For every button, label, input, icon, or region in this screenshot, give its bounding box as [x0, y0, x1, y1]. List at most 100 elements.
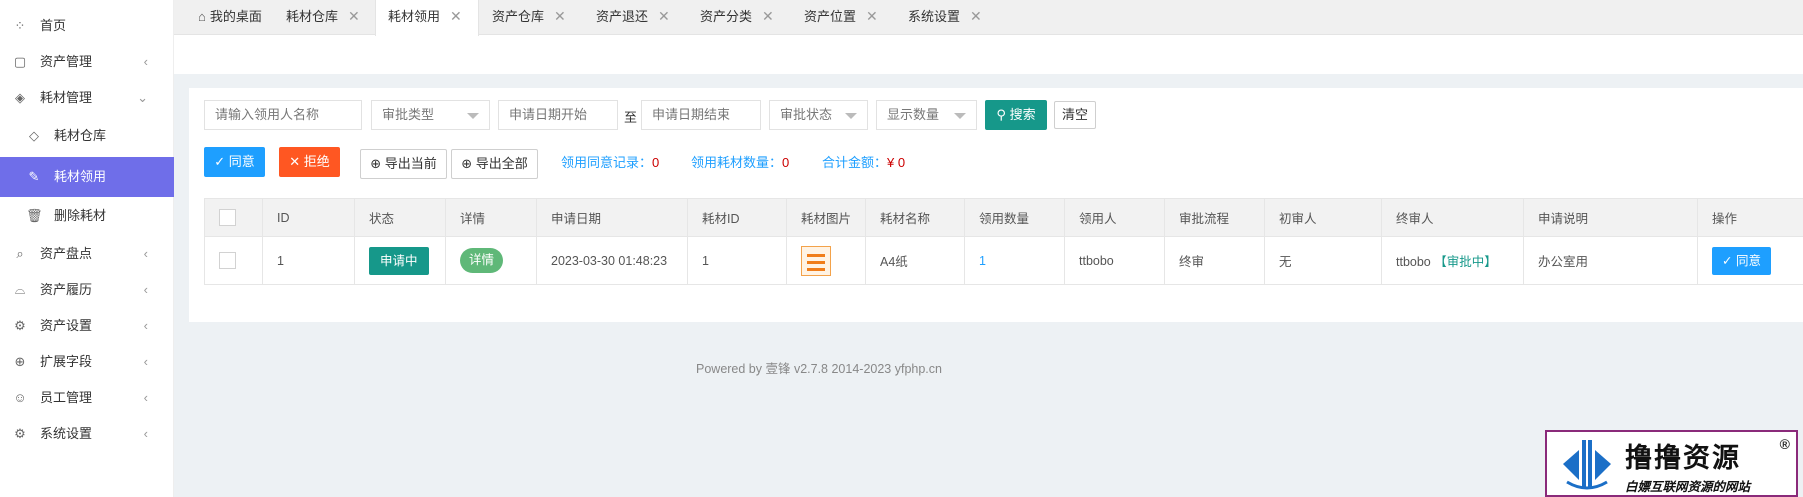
- select-value: 审批类型: [382, 107, 435, 122]
- sidebar-item-consumable-requisition[interactable]: ✎ 耗材领用: [0, 157, 174, 197]
- cell-detail: 详情: [445, 236, 537, 285]
- close-icon[interactable]: ✕: [554, 8, 566, 24]
- edit-icon: ✎: [28, 169, 40, 184]
- column-header[interactable]: 耗材图片: [786, 198, 866, 237]
- detail-button[interactable]: 详情: [460, 248, 504, 273]
- sofa-icon: ⌓: [14, 282, 26, 297]
- sidebar-item-deleted-consumables[interactable]: 🗑 删除耗材: [0, 198, 174, 234]
- column-header[interactable]: 初审人: [1264, 198, 1382, 237]
- button-label: 清空: [1061, 107, 1088, 122]
- clear-button[interactable]: 清空: [1054, 101, 1096, 129]
- close-icon: ✕: [289, 154, 301, 169]
- sidebar-item-consumable-warehouse[interactable]: ◇ 耗材仓库: [0, 118, 174, 154]
- extend-icon: ⊕: [14, 354, 26, 369]
- end-date-input[interactable]: 申请日期结束: [641, 100, 761, 130]
- tab-label: 系统设置: [908, 9, 961, 24]
- tab-asset-location[interactable]: 资产位置 ✕: [792, 0, 878, 35]
- select-all-checkbox[interactable]: [219, 209, 236, 226]
- tab-consumable-requisition[interactable]: 耗材领用 ✕: [375, 0, 479, 36]
- display-count-select[interactable]: 显示数量: [876, 100, 977, 130]
- column-header[interactable]: ID: [262, 198, 355, 237]
- sidebar-item-label: 资产设置: [40, 318, 93, 333]
- consumable-thumbnail[interactable]: [801, 245, 831, 276]
- stat-label: 领用耗材数量：: [691, 155, 783, 170]
- cell-first-reviewer: 无: [1264, 236, 1382, 285]
- date-range-separator: 至: [624, 110, 638, 125]
- watermark-title: 撸撸资源: [1625, 443, 1741, 474]
- column-header[interactable]: 审批流程: [1164, 198, 1265, 237]
- tab-consumable-warehouse[interactable]: 耗材仓库 ✕: [274, 0, 360, 35]
- approval-type-select[interactable]: 审批类型: [371, 100, 490, 130]
- button-label: 导出当前: [384, 156, 437, 171]
- close-icon[interactable]: ✕: [866, 8, 878, 24]
- start-date-input[interactable]: 申请日期开始: [498, 100, 618, 130]
- chevron-left-icon: ‹: [143, 246, 148, 261]
- applicant-search-input[interactable]: 请输入领用人名称: [204, 100, 362, 130]
- tab-asset-warehouse[interactable]: 资产仓库 ✕: [480, 0, 566, 35]
- cell-status: 申请中: [354, 236, 446, 285]
- download-icon: ⊕: [370, 156, 382, 171]
- tab-bar: ⌂ 我的桌面 耗材仓库 ✕ 耗材领用 ✕ 资产仓库 ✕ 资产退还 ✕ 资产分类 ✕ 资产位置…: [174, 0, 1803, 36]
- search-button[interactable]: ⚲ 搜索: [985, 100, 1047, 130]
- row-agree-button[interactable]: ✓ 同意: [1712, 246, 1771, 275]
- column-header[interactable]: 状态: [354, 198, 446, 237]
- sidebar-item-label: 资产履历: [40, 282, 93, 297]
- column-header[interactable]: 耗材名称: [865, 198, 965, 237]
- quantity-value: 1: [979, 253, 986, 268]
- sidebar-item-label: 耗材领用: [54, 169, 107, 184]
- close-icon[interactable]: ✕: [762, 8, 774, 24]
- column-header[interactable]: 耗材ID: [687, 198, 787, 237]
- column-header[interactable]: 申请说明: [1523, 198, 1698, 237]
- input-placeholder: 申请日期结束: [652, 107, 731, 122]
- final-reviewer-status: 【审批中】: [1434, 255, 1497, 269]
- tab-label: 我的桌面: [209, 9, 262, 24]
- sidebar-item-extended-fields[interactable]: ⊕ 扩展字段 ‹: [0, 344, 174, 380]
- row-select-cell: [204, 236, 263, 285]
- sidebar-item-asset-management[interactable]: ▢ 资产管理 ‹: [0, 44, 174, 80]
- settings-icon: ⚙: [14, 426, 26, 441]
- tab-system-settings[interactable]: 系统设置 ✕: [896, 0, 982, 35]
- sidebar-item-asset-history[interactable]: ⌓ 资产履历 ‹: [0, 272, 174, 308]
- button-label: 拒绝: [303, 154, 330, 169]
- tab-label: 资产位置: [804, 9, 857, 24]
- close-icon[interactable]: ✕: [450, 8, 462, 24]
- close-icon[interactable]: ✕: [970, 8, 982, 24]
- caret-down-icon: [954, 113, 966, 119]
- column-header[interactable]: 领用人: [1064, 198, 1165, 237]
- reject-button[interactable]: ✕ 拒绝: [279, 147, 340, 177]
- column-header[interactable]: 申请日期: [536, 198, 688, 237]
- table-header-row: ID 状态 详情 申请日期 耗材ID 耗材图片 耗材名称 领用数量 领用人 审批…: [204, 198, 1803, 237]
- stat-value: 0: [652, 155, 660, 170]
- button-label: 导出全部: [475, 156, 528, 171]
- select-all-cell: [204, 198, 263, 237]
- sidebar-item-asset-settings[interactable]: ⚙ 资产设置 ‹: [0, 308, 174, 344]
- column-header[interactable]: 详情: [445, 198, 537, 237]
- agree-button[interactable]: ✓ 同意: [204, 147, 265, 177]
- tab-asset-category[interactable]: 资产分类 ✕: [688, 0, 774, 35]
- column-header[interactable]: 终审人: [1381, 198, 1524, 237]
- approval-status-select[interactable]: 审批状态: [769, 100, 868, 130]
- watermark-registered-mark: ®: [1779, 436, 1790, 452]
- tab-my-desktop[interactable]: ⌂ 我的桌面: [186, 0, 262, 35]
- export-current-button[interactable]: ⊕ 导出当前: [360, 149, 447, 179]
- sidebar-item-asset-inventory[interactable]: ⌕ 资产盘点 ‹: [0, 236, 174, 272]
- chevron-left-icon: ‹: [143, 390, 148, 405]
- footer-text: Powered by 壹锋 v2.7.8 2014-2023 yfphp.cn: [696, 362, 942, 376]
- watermark-subtitle: 白嫖互联网资源的网站: [1625, 480, 1751, 494]
- sidebar-item-system-settings[interactable]: ⚙ 系统设置 ‹: [0, 416, 174, 452]
- close-icon[interactable]: ✕: [348, 8, 360, 24]
- dashboard-icon: ⁘: [14, 18, 26, 33]
- tab-asset-return[interactable]: 资产退还 ✕: [584, 0, 670, 35]
- tab-label: 资产仓库: [492, 9, 545, 24]
- export-all-button[interactable]: ⊕ 导出全部: [451, 149, 538, 179]
- sidebar-item-home[interactable]: ⁘ 首页: [0, 8, 174, 44]
- column-header[interactable]: 领用数量: [964, 198, 1065, 237]
- row-checkbox[interactable]: [219, 252, 236, 269]
- sidebar-item-consumable-management[interactable]: ◈ 耗材管理 ⌄: [0, 80, 174, 116]
- sidebar-item-staff-management[interactable]: ☺ 员工管理 ‹: [0, 380, 174, 416]
- box-icon: ▢: [13, 54, 27, 69]
- close-icon[interactable]: ✕: [658, 8, 670, 24]
- cell-image: [786, 236, 866, 285]
- cell-note: 办公室用: [1523, 236, 1698, 285]
- search-icon: ⌕: [16, 246, 24, 261]
